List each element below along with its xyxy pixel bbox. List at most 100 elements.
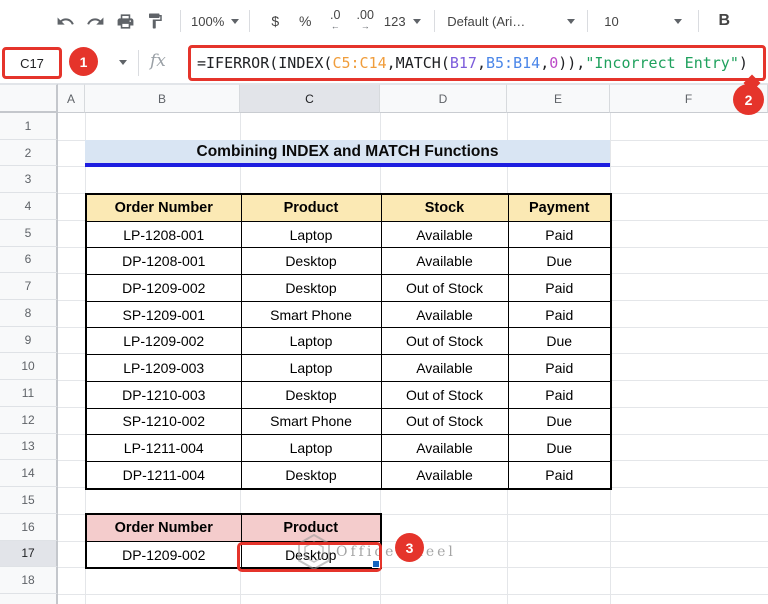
sheet-title-cell[interactable]: Combining INDEX and MATCH Functions: [85, 140, 610, 167]
cell[interactable]: Desktop: [240, 380, 382, 409]
header-cell[interactable]: Stock: [380, 193, 509, 222]
column-header-B[interactable]: B: [85, 84, 240, 113]
cell[interactable]: Paid: [507, 460, 612, 490]
cell[interactable]: Available: [380, 300, 509, 329]
cell[interactable]: Laptop: [240, 327, 382, 356]
column-header-A[interactable]: A: [58, 84, 85, 113]
cell[interactable]: Desktop: [240, 247, 382, 276]
font-size-select[interactable]: 10: [598, 6, 688, 36]
header-cell[interactable]: Payment: [507, 193, 612, 222]
cell[interactable]: DP-1209-002: [85, 274, 242, 302]
cell[interactable]: Due: [507, 434, 612, 462]
cell[interactable]: Paid: [507, 274, 612, 302]
row-header-5[interactable]: 5: [0, 219, 58, 247]
cell[interactable]: Smart Phone: [240, 300, 382, 329]
column-header-D[interactable]: D: [380, 84, 507, 113]
row-header-15[interactable]: 15: [0, 487, 58, 514]
format-percent-button[interactable]: %: [290, 6, 320, 36]
zoom-select[interactable]: 100%: [191, 6, 240, 36]
increase-decimal-button[interactable]: .00 →: [350, 6, 380, 36]
cell[interactable]: Out of Stock: [380, 407, 509, 436]
row-header-17[interactable]: 17: [0, 540, 58, 568]
cell[interactable]: Paid: [507, 220, 612, 249]
cell[interactable]: SP-1209-001: [85, 300, 242, 329]
paint-format-button[interactable]: [140, 6, 170, 36]
row-header-6[interactable]: 6: [0, 246, 58, 274]
format-currency-button[interactable]: $: [260, 6, 290, 36]
cell[interactable]: Laptop: [240, 220, 382, 249]
cell[interactable]: Paid: [507, 300, 612, 329]
cell[interactable]: Out of Stock: [380, 327, 509, 356]
arrow-left-icon: ←: [330, 21, 340, 31]
row-header-12[interactable]: 12: [0, 406, 58, 434]
cell[interactable]: DP-1209-002: [85, 540, 242, 569]
cell[interactable]: LP-1211-004: [85, 434, 242, 462]
row-header-18[interactable]: 18: [0, 567, 58, 594]
more-formats-button[interactable]: 123: [380, 6, 424, 36]
cell[interactable]: Desktop: [240, 274, 382, 302]
header-cell[interactable]: Product: [240, 193, 382, 222]
row-header-2[interactable]: 2: [0, 139, 58, 167]
cell[interactable]: Available: [380, 247, 509, 276]
name-box-dropdown-icon[interactable]: [119, 60, 127, 65]
cell[interactable]: DP-1210-003: [85, 380, 242, 409]
column-header-C[interactable]: C: [240, 84, 380, 113]
formula-input[interactable]: =IFERROR(INDEX(C5:C14,MATCH(B17,B5:B14,0…: [188, 45, 766, 81]
row-header-10[interactable]: 10: [0, 353, 58, 381]
header-cell[interactable]: Order Number: [85, 513, 242, 542]
cell[interactable]: SP-1210-002: [85, 407, 242, 436]
cell[interactable]: Available: [380, 220, 509, 249]
cell[interactable]: LP-1209-002: [85, 327, 242, 356]
cell[interactable]: Out of Stock: [380, 380, 509, 409]
chevron-down-icon: [567, 18, 576, 24]
formula-segment: =IFERROR(INDEX(: [197, 54, 333, 72]
spreadsheet-app: 100% $ % .0 ← .00 → 123 Default (Ari… 10: [0, 0, 768, 604]
cell[interactable]: Available: [380, 434, 509, 462]
header-cell[interactable]: Order Number: [85, 193, 242, 222]
annotation-badge-2: 2: [733, 84, 764, 115]
row-header-13[interactable]: 13: [0, 433, 58, 461]
formula-segment: ): [738, 54, 748, 72]
cell[interactable]: Laptop: [240, 354, 382, 382]
column-header-E[interactable]: E: [507, 84, 610, 113]
formula-segment: C5:C14: [332, 54, 387, 72]
cell[interactable]: Laptop: [240, 434, 382, 462]
cell[interactable]: Smart Phone: [240, 407, 382, 436]
redo-button[interactable]: [80, 6, 110, 36]
cell[interactable]: DP-1208-001: [85, 247, 242, 276]
cell[interactable]: LP-1208-001: [85, 220, 242, 249]
fill-handle[interactable]: [372, 560, 380, 568]
row-header-partial[interactable]: [0, 593, 58, 604]
table-header-row: Order Number Product Stock Payment: [85, 193, 612, 222]
cell[interactable]: Due: [507, 407, 612, 436]
cell[interactable]: Out of Stock: [380, 274, 509, 302]
decrease-decimal-button[interactable]: .0 ←: [320, 6, 350, 36]
row-header-4[interactable]: 4: [0, 193, 58, 220]
row-header-14[interactable]: 14: [0, 460, 58, 488]
cell[interactable]: LP-1209-003: [85, 354, 242, 382]
row-header-11[interactable]: 11: [0, 380, 58, 407]
cell[interactable]: Available: [380, 460, 509, 490]
print-button[interactable]: [110, 6, 140, 36]
cell[interactable]: Desktop: [240, 460, 382, 490]
font-family-select[interactable]: Default (Ari…: [445, 6, 577, 36]
undo-button[interactable]: [50, 6, 80, 36]
cells-area[interactable]: Combining INDEX and MATCH Functions Orde…: [58, 113, 768, 604]
row-header-1[interactable]: 1: [0, 113, 58, 140]
cell[interactable]: Due: [507, 247, 612, 276]
row-header-9[interactable]: 9: [0, 326, 58, 354]
name-box[interactable]: C17: [2, 47, 62, 79]
cell[interactable]: Paid: [507, 380, 612, 409]
table-row: DP-1211-004 Desktop Available Paid: [85, 460, 612, 490]
bold-button[interactable]: B: [709, 6, 739, 36]
cell[interactable]: Due: [507, 327, 612, 356]
row-header-7[interactable]: 7: [0, 273, 58, 301]
row-header-8[interactable]: 8: [0, 300, 58, 327]
formula-bar-divider: [138, 50, 139, 76]
cell[interactable]: Paid: [507, 354, 612, 382]
row-header-3[interactable]: 3: [0, 166, 58, 194]
select-all-corner[interactable]: [0, 84, 58, 113]
row-header-16[interactable]: 16: [0, 513, 58, 541]
cell[interactable]: Available: [380, 354, 509, 382]
cell[interactable]: DP-1211-004: [85, 460, 242, 490]
